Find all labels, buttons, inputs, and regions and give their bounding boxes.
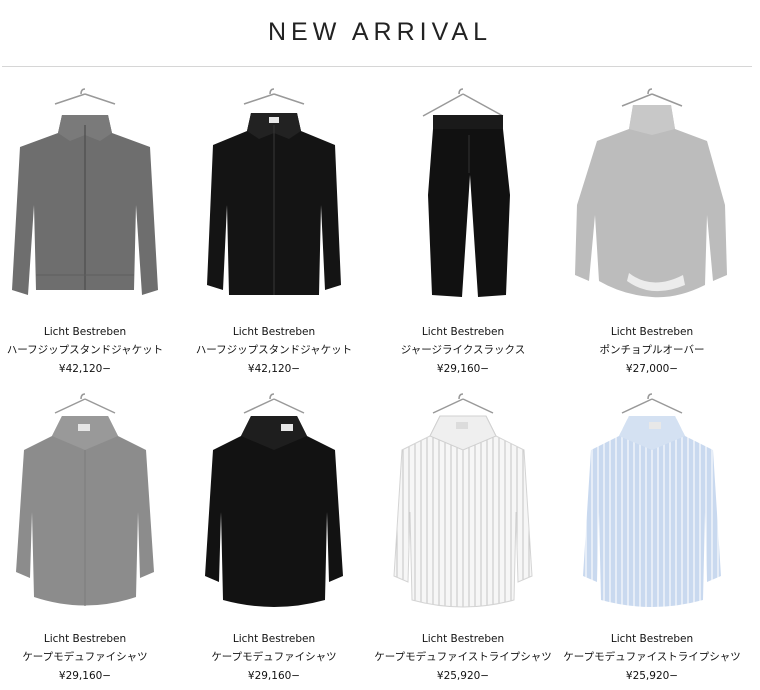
product-name[interactable]: ハーフジップスタンドジャケット (0, 343, 179, 357)
product-name[interactable]: ポンチョプルオーバー (558, 343, 746, 357)
product-brand: Licht Bestreben (43, 633, 127, 645)
product-price: ¥25,920− (625, 670, 679, 682)
product-image-black-cape-shirt[interactable] (189, 392, 359, 617)
product-brand: Licht Bestreben (232, 326, 316, 338)
product-brand: Licht Bestreben (610, 633, 694, 645)
product-card[interactable]: Licht Bestreben ケープモデュファイストライプシャツ ¥25,92… (558, 392, 746, 683)
product-card[interactable]: Licht Bestreben ケープモデュファイシャツ ¥29,160− (180, 392, 368, 683)
product-brand: Licht Bestreben (610, 326, 694, 338)
product-image-grey-poncho[interactable] (567, 85, 737, 310)
product-card[interactable]: Licht Bestreben ケープモデュファイシャツ ¥29,160− (0, 392, 179, 683)
product-brand: Licht Bestreben (43, 326, 127, 338)
product-brand: Licht Bestreben (232, 633, 316, 645)
product-name[interactable]: ジャージライクスラックス (369, 343, 557, 357)
product-image-black-slacks[interactable] (378, 85, 548, 310)
product-card[interactable]: Licht Bestreben ケープモデュファイストライプシャツ ¥25,92… (369, 392, 557, 683)
section-title: NEW ARRIVAL (267, 18, 493, 46)
product-price: ¥29,160− (436, 363, 490, 375)
product-price: ¥25,920− (436, 670, 490, 682)
product-brand: Licht Bestreben (421, 326, 505, 338)
product-image-blue-stripe-shirt[interactable] (567, 392, 737, 617)
product-card[interactable]: Licht Bestreben ジャージライクスラックス ¥29,160− (369, 85, 557, 376)
product-price: ¥29,160− (247, 670, 301, 682)
product-card[interactable]: Licht Bestreben ハーフジップスタンドジャケット ¥42,120− (0, 85, 179, 376)
product-price: ¥42,120− (58, 363, 112, 375)
product-image-white-stripe-shirt[interactable] (378, 392, 548, 617)
product-image-grey-cape-shirt[interactable] (0, 392, 170, 617)
product-price: ¥42,120− (247, 363, 301, 375)
product-name[interactable]: ケープモデュファイストライプシャツ (369, 650, 557, 664)
product-card[interactable]: Licht Bestreben ポンチョプルオーバー ¥27,000− (558, 85, 746, 376)
product-brand: Licht Bestreben (421, 633, 505, 645)
product-name[interactable]: ケープモデュファイストライプシャツ (558, 650, 746, 664)
product-name[interactable]: ケープモデュファイシャツ (0, 650, 179, 664)
product-price: ¥29,160− (58, 670, 112, 682)
divider (2, 66, 752, 67)
product-price: ¥27,000− (625, 363, 679, 375)
product-card[interactable]: Licht Bestreben ハーフジップスタンドジャケット ¥42,120− (180, 85, 368, 376)
product-image-black-jacket[interactable] (189, 85, 359, 310)
product-image-grey-jacket[interactable] (0, 85, 170, 310)
product-name[interactable]: ハーフジップスタンドジャケット (180, 343, 368, 357)
product-name[interactable]: ケープモデュファイシャツ (180, 650, 368, 664)
